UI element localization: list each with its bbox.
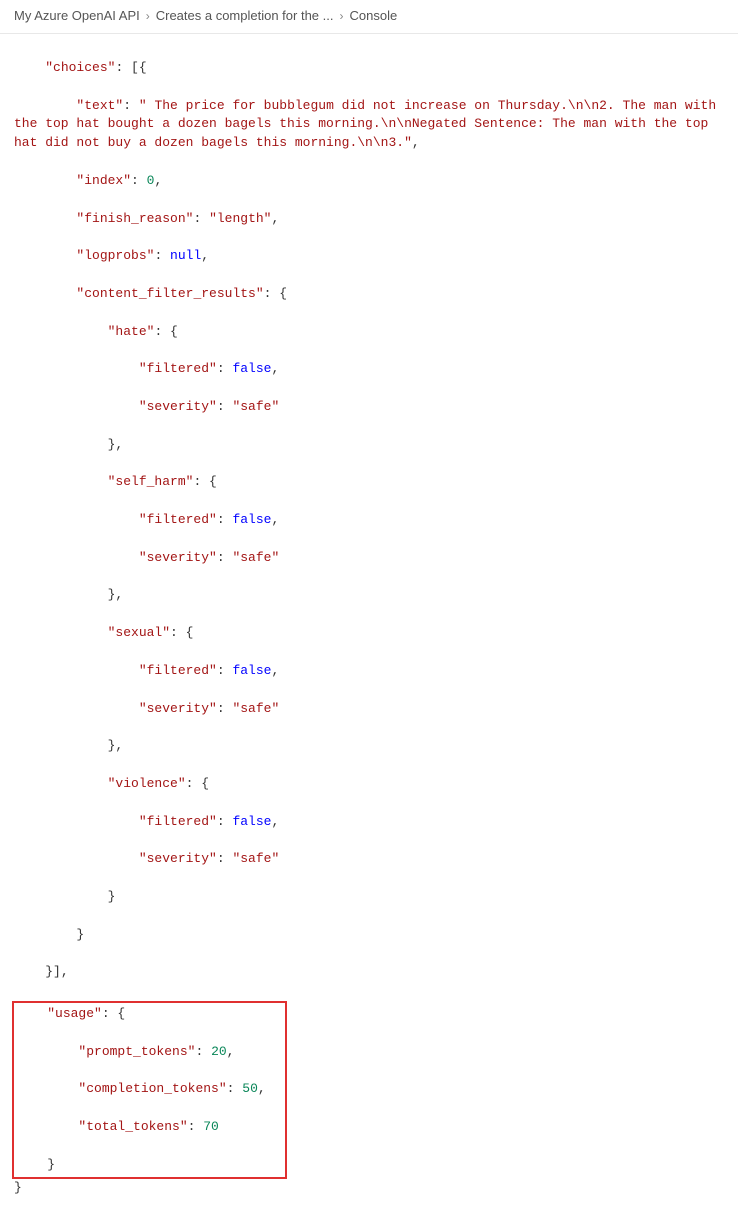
json-null: null bbox=[170, 248, 201, 263]
json-key: "violence" bbox=[108, 776, 186, 791]
chevron-right-icon: › bbox=[340, 9, 344, 23]
breadcrumb: My Azure OpenAI API › Creates a completi… bbox=[0, 0, 738, 33]
json-key: "prompt_tokens" bbox=[78, 1044, 195, 1059]
chevron-right-icon: › bbox=[146, 9, 150, 23]
json-key: "choices" bbox=[45, 60, 115, 75]
json-bool: false bbox=[232, 512, 271, 527]
json-key: "index" bbox=[76, 173, 131, 188]
json-string: "safe" bbox=[232, 399, 279, 414]
json-key: "logprobs" bbox=[76, 248, 154, 263]
json-number: 20 bbox=[211, 1044, 227, 1059]
json-key: "severity" bbox=[139, 851, 217, 866]
json-key: "text" bbox=[76, 98, 123, 113]
json-key: "completion_tokens" bbox=[78, 1081, 226, 1096]
json-key: "usage" bbox=[47, 1006, 102, 1021]
json-key: "finish_reason" bbox=[76, 211, 193, 226]
json-key: "filtered" bbox=[139, 814, 217, 829]
json-key: "filtered" bbox=[139, 361, 217, 376]
json-key: "hate" bbox=[108, 324, 155, 339]
usage-highlight-box: "usage": { "prompt_tokens": 20, "complet… bbox=[12, 1001, 287, 1179]
json-bool: false bbox=[232, 814, 271, 829]
breadcrumb-api[interactable]: My Azure OpenAI API bbox=[14, 8, 140, 23]
json-key: "severity" bbox=[139, 550, 217, 565]
json-bool: false bbox=[232, 361, 271, 376]
json-bool: false bbox=[232, 663, 271, 678]
json-response-body: "choices": [{ "text": " The price for bu… bbox=[0, 33, 738, 1230]
json-number: 50 bbox=[242, 1081, 258, 1096]
json-key: "severity" bbox=[139, 399, 217, 414]
json-string: "safe" bbox=[232, 701, 279, 716]
json-key: "sexual" bbox=[108, 625, 170, 640]
json-key: "severity" bbox=[139, 701, 217, 716]
json-number: 70 bbox=[203, 1119, 219, 1134]
json-key: "self_harm" bbox=[108, 474, 194, 489]
json-string: "safe" bbox=[232, 851, 279, 866]
json-key: "total_tokens" bbox=[78, 1119, 187, 1134]
json-string: "length" bbox=[209, 211, 271, 226]
breadcrumb-operation[interactable]: Creates a completion for the ... bbox=[156, 8, 334, 23]
json-key: "filtered" bbox=[139, 512, 217, 527]
breadcrumb-console[interactable]: Console bbox=[350, 8, 398, 23]
json-key: "filtered" bbox=[139, 663, 217, 678]
json-string: "safe" bbox=[232, 550, 279, 565]
json-key: "content_filter_results" bbox=[76, 286, 263, 301]
